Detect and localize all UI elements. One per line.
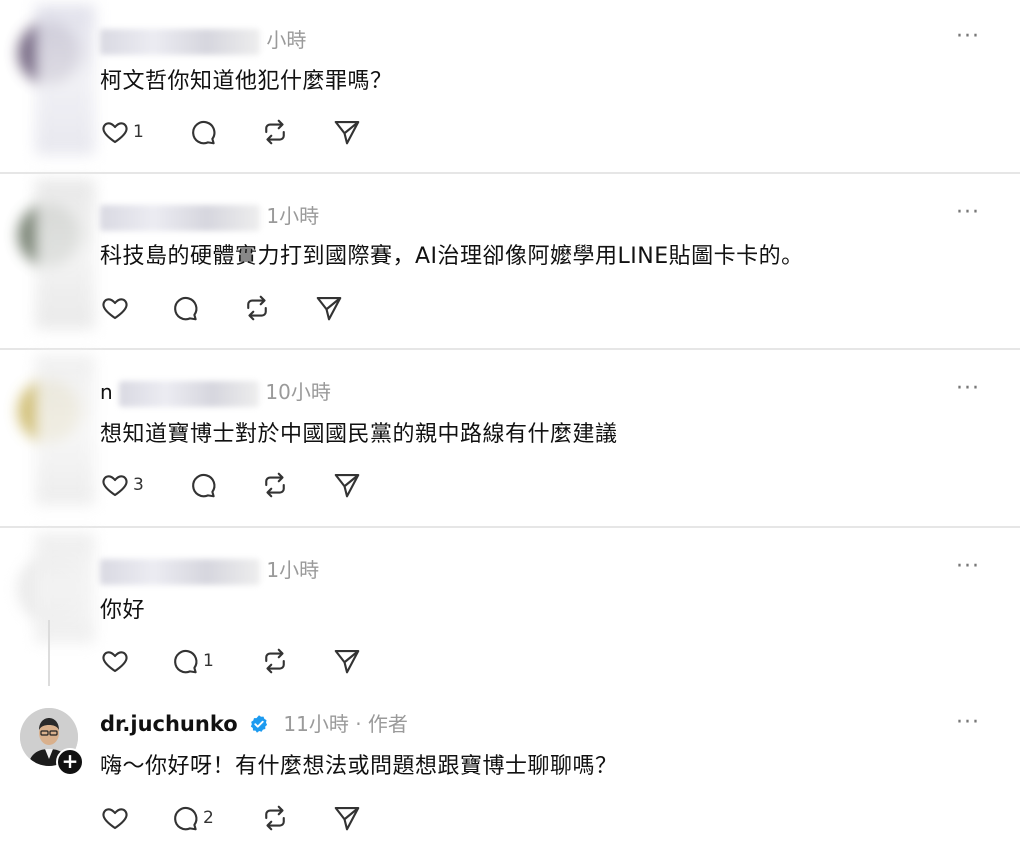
post-time: 1小時	[266, 558, 320, 582]
repost-button[interactable]	[260, 470, 290, 500]
comment-post: 小時 ··· 柯文哲你知道他犯什麼罪嗎？ 1	[0, 0, 1020, 172]
heart-icon	[102, 651, 128, 673]
author-reply: + dr.juchunko 11小時 · 作者 ··· 嗨～你好呀！有什麼想法或…	[0, 688, 1020, 843]
post-meta: 1小時	[100, 200, 319, 231]
username-prefix[interactable]: n	[100, 380, 113, 404]
heart-icon	[102, 122, 128, 144]
more-options-button[interactable]: ···	[956, 710, 980, 735]
repost-icon	[265, 805, 285, 831]
post-time: 1小時	[266, 204, 320, 228]
like-button[interactable]: 1	[100, 117, 144, 147]
more-options-button[interactable]: ···	[956, 200, 980, 225]
more-options-button[interactable]: ···	[956, 554, 980, 579]
share-icon	[316, 296, 342, 321]
like-button[interactable]: 3	[100, 470, 144, 500]
repost-icon	[265, 472, 285, 498]
share-button[interactable]	[314, 293, 344, 323]
comment-icon	[192, 120, 216, 145]
share-button[interactable]	[332, 803, 362, 833]
comment-button[interactable]	[188, 470, 221, 500]
like-button[interactable]	[100, 293, 133, 323]
author-username[interactable]: dr.juchunko	[100, 712, 238, 736]
repost-button[interactable]	[260, 803, 290, 833]
comment-post: 1小時 ··· 你好 1	[0, 528, 1020, 688]
repost-icon	[265, 648, 285, 674]
reply-text: 嗨～你好呀！有什麼想法或問題想跟寶博士聊聊嗎？	[100, 754, 618, 779]
repost-button[interactable]	[260, 646, 290, 676]
redaction-blur	[35, 533, 95, 643]
post-meta: dr.juchunko 11小時 · 作者	[100, 708, 408, 737]
comment-icon	[174, 806, 198, 831]
comment-icon	[174, 649, 198, 674]
post-time: 10小時	[265, 380, 331, 404]
repost-button[interactable]	[260, 117, 290, 147]
share-icon	[334, 120, 360, 145]
redaction-blur	[35, 355, 95, 505]
verified-icon	[250, 715, 268, 733]
post-meta: 1小時	[100, 554, 319, 585]
thread-connector	[48, 620, 50, 686]
meta-separator: ·	[355, 712, 362, 736]
username-redacted[interactable]	[100, 558, 260, 585]
like-button[interactable]	[100, 803, 133, 833]
redaction-blur	[35, 5, 95, 155]
repost-icon	[247, 295, 267, 321]
like-count: 1	[133, 122, 144, 142]
post-text: 想知道寶博士對於中國國民黨的親中路線有什麼建議	[100, 422, 618, 447]
share-button[interactable]	[332, 646, 362, 676]
comment-post: n 10小時 ··· 想知道寶博士對於中國國民黨的親中路線有什麼建議 3	[0, 350, 1020, 526]
username-redacted[interactable]	[100, 28, 260, 55]
post-time: 小時	[266, 28, 307, 52]
follow-plus-icon[interactable]: +	[56, 748, 84, 776]
username-redacted[interactable]	[119, 380, 260, 407]
share-icon	[334, 806, 360, 831]
like-button[interactable]	[100, 646, 133, 676]
more-options-button[interactable]: ···	[956, 24, 980, 49]
comment-button[interactable]	[188, 117, 221, 147]
comment-icon	[192, 473, 216, 498]
reply-count: 1	[203, 651, 214, 671]
share-icon	[334, 649, 360, 674]
reply-count: 2	[203, 808, 214, 828]
share-icon	[334, 473, 360, 498]
comment-icon	[174, 296, 198, 321]
comment-button[interactable]: 1	[170, 646, 214, 676]
heart-icon	[102, 475, 128, 497]
username-redacted[interactable]	[100, 204, 260, 231]
comment-button[interactable]	[170, 293, 203, 323]
post-text: 你好	[100, 598, 146, 623]
repost-button[interactable]	[242, 293, 272, 323]
comment-post: 1小時 ··· 科技島的硬體實力打到國際賽，AI治理卻像阿嬤學用LINE貼圖卡卡…	[0, 174, 1020, 348]
post-meta: n 10小時	[100, 376, 331, 407]
like-count: 3	[133, 475, 144, 495]
post-text: 科技島的硬體實力打到國際賽，AI治理卻像阿嬤學用LINE貼圖卡卡的。	[100, 244, 804, 269]
share-button[interactable]	[332, 470, 362, 500]
post-text: 柯文哲你知道他犯什麼罪嗎？	[100, 69, 393, 94]
post-meta: 小時	[100, 24, 306, 55]
share-button[interactable]	[332, 117, 362, 147]
repost-icon	[265, 119, 285, 145]
author-tag: 作者	[367, 712, 408, 736]
heart-icon	[102, 808, 128, 830]
more-options-button[interactable]: ···	[956, 376, 980, 401]
comment-button[interactable]: 2	[170, 803, 214, 833]
redaction-blur	[35, 179, 95, 329]
heart-icon	[102, 298, 128, 320]
post-time: 11小時	[283, 712, 349, 736]
